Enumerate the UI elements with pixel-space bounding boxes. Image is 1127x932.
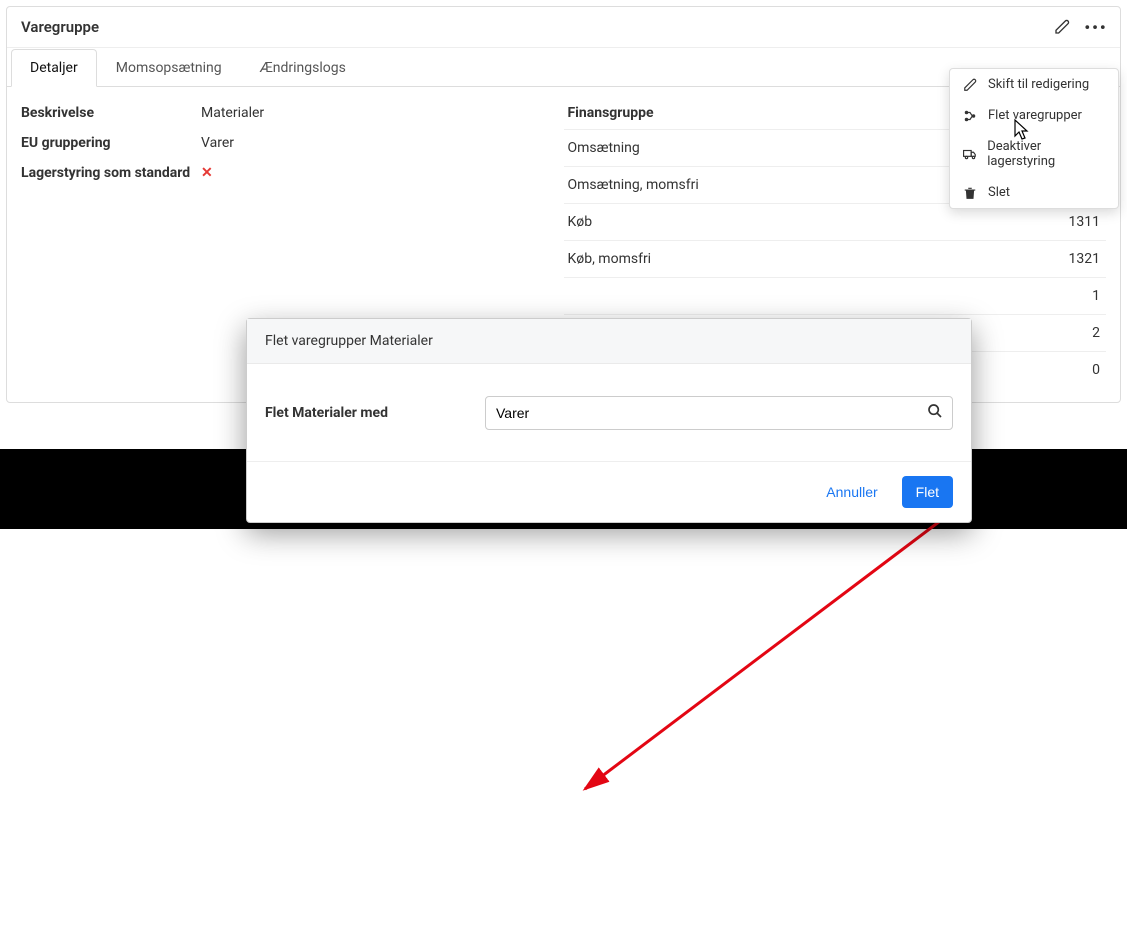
x-icon: ✕ bbox=[201, 165, 213, 181]
beskrivelse-value: Materialer bbox=[201, 105, 264, 121]
trash-icon bbox=[962, 186, 978, 200]
finance-label: Køb, momsfri bbox=[568, 251, 652, 267]
modal-field-label: Flet Materialer med bbox=[265, 405, 485, 421]
modal-title: Flet varegrupper Materialer bbox=[247, 319, 971, 364]
search-icon[interactable] bbox=[927, 403, 943, 423]
dropdown-item-label: Deaktiver lagerstyring bbox=[987, 139, 1106, 169]
confirm-button[interactable]: Flet bbox=[902, 476, 953, 508]
table-row: Køb, momsfri 1321 bbox=[564, 240, 1107, 277]
finance-label: Køb bbox=[568, 214, 593, 230]
merge-icon bbox=[962, 109, 978, 123]
dropdown-item-label: Flet varegrupper bbox=[988, 108, 1082, 123]
dropdown-item-deactivate[interactable]: Deaktiver lagerstyring bbox=[950, 131, 1118, 177]
finance-label: Omsætning, momsfri bbox=[568, 177, 699, 193]
lagerstyring-label: Lagerstyring som standard bbox=[21, 165, 201, 181]
cancel-button[interactable]: Annuller bbox=[812, 476, 891, 508]
beskrivelse-label: Beskrivelse bbox=[21, 105, 201, 121]
merge-modal: Flet varegrupper Materialer Flet Materia… bbox=[246, 318, 972, 523]
finance-code: 1321 bbox=[1069, 251, 1100, 267]
table-row: 1 bbox=[564, 277, 1107, 314]
edit-icon[interactable] bbox=[1052, 17, 1072, 37]
panel-title: Varegruppe bbox=[21, 18, 99, 36]
tab-detaljer[interactable]: Detaljer bbox=[11, 49, 97, 87]
tab-momsopsaetning[interactable]: Momsopsætning bbox=[97, 49, 241, 87]
tab-aendringslogs[interactable]: Ændringslogs bbox=[241, 49, 365, 87]
dropdown-item-edit[interactable]: Skift til redigering bbox=[950, 69, 1118, 100]
truck-icon bbox=[962, 147, 977, 161]
finance-code: 0 bbox=[1092, 362, 1100, 378]
actions-dropdown: Skift til redigering Flet varegrupper De… bbox=[949, 68, 1119, 209]
dropdown-item-delete[interactable]: Slet bbox=[950, 177, 1118, 208]
more-icon[interactable]: ••• bbox=[1086, 17, 1106, 37]
finance-label: Omsætning bbox=[568, 140, 640, 156]
dropdown-item-merge[interactable]: Flet varegrupper bbox=[950, 100, 1118, 131]
eu-gruppering-value: Varer bbox=[201, 135, 234, 151]
edit-icon bbox=[962, 78, 978, 92]
eu-gruppering-label: EU gruppering bbox=[21, 135, 201, 151]
dropdown-item-label: Slet bbox=[988, 185, 1010, 200]
dropdown-item-label: Skift til redigering bbox=[988, 77, 1089, 92]
finance-code: 1 bbox=[1092, 288, 1100, 304]
finance-code: 1311 bbox=[1069, 214, 1100, 230]
merge-target-input[interactable] bbox=[485, 396, 953, 430]
finance-code: 2 bbox=[1092, 325, 1100, 341]
cursor-icon bbox=[1007, 118, 1029, 147]
